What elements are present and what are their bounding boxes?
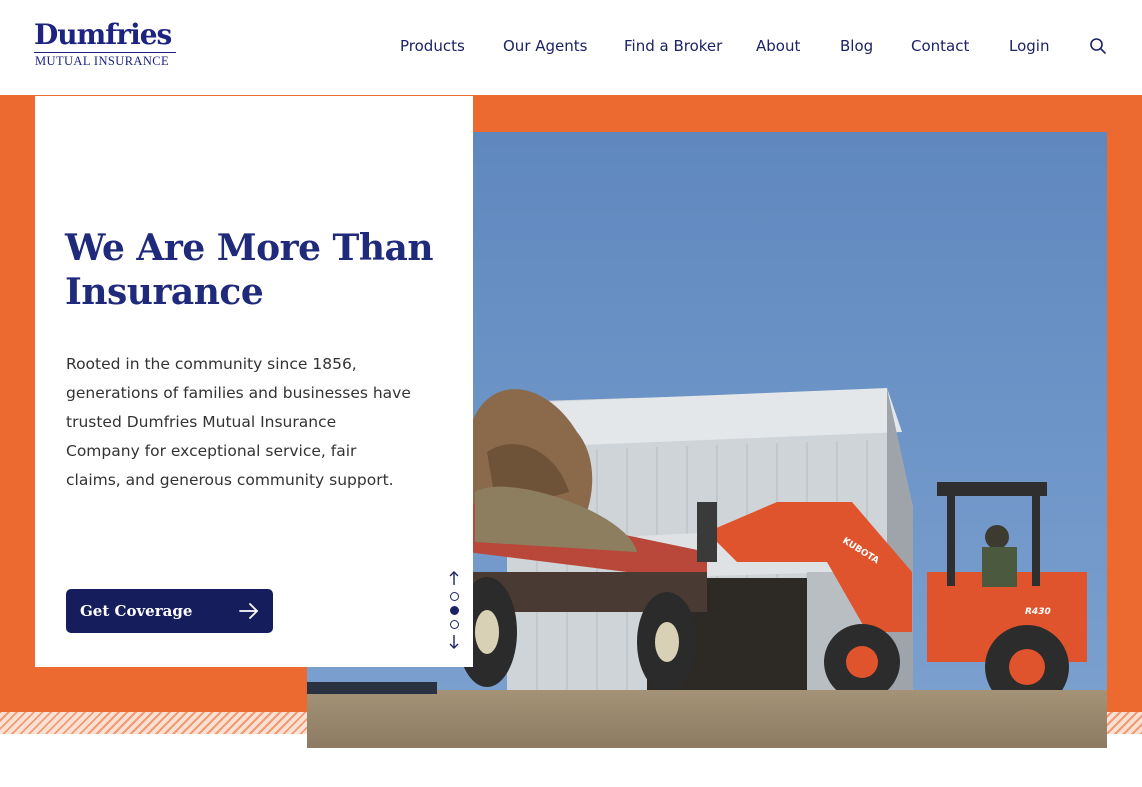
- slider-dot[interactable]: [450, 592, 459, 601]
- brand-name: Dumfries: [34, 18, 172, 51]
- logo-divider: [34, 52, 176, 53]
- site-header: Dumfries MUTUAL INSURANCE Products Our A…: [0, 0, 1142, 95]
- hero-card: We Are More Than Insurance Rooted in the…: [35, 96, 473, 667]
- nav-our-agents[interactable]: Our Agents: [503, 36, 587, 56]
- brand-logo[interactable]: Dumfries MUTUAL INSURANCE: [34, 18, 180, 70]
- nav-login[interactable]: Login: [1009, 36, 1049, 56]
- nav-products[interactable]: Products: [400, 36, 465, 56]
- slider-dot[interactable]: [450, 620, 459, 629]
- hero-description: Rooted in the community since 1856, gene…: [66, 355, 411, 489]
- nav-blog[interactable]: Blog: [840, 36, 873, 56]
- nav-contact[interactable]: Contact: [911, 36, 969, 56]
- search-button[interactable]: [1088, 36, 1108, 56]
- nav-find-a-broker[interactable]: Find a Broker: [624, 36, 722, 56]
- slider-dot-active[interactable]: [450, 606, 459, 615]
- hero-headline: We Are More Than Insurance: [65, 227, 434, 313]
- brand-tagline: MUTUAL INSURANCE: [35, 54, 170, 68]
- get-coverage-button[interactable]: Get Coverage: [66, 589, 273, 633]
- nav-about[interactable]: About: [756, 36, 800, 56]
- get-coverage-label: Get Coverage: [80, 602, 193, 620]
- hero-slider-controls: [446, 570, 462, 652]
- arrow-up-icon[interactable]: [446, 570, 462, 586]
- tractor-model-label: R430: [1025, 607, 1051, 617]
- search-icon: [1090, 38, 1106, 54]
- arrow-right-icon: [239, 603, 258, 619]
- arrow-down-icon[interactable]: [446, 634, 462, 650]
